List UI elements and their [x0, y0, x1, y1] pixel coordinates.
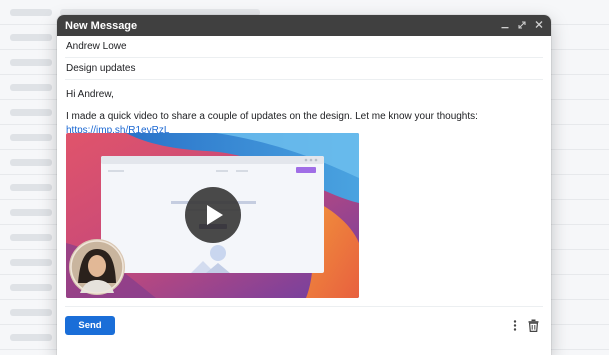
recipient-name: Andrew Lowe	[66, 41, 127, 52]
subject-text: Design updates	[66, 63, 136, 74]
trash-icon[interactable]	[528, 319, 539, 332]
window-controls	[501, 20, 543, 31]
toolbar-divider	[65, 306, 543, 307]
minimize-icon[interactable]	[501, 20, 509, 31]
subject-field[interactable]: Design updates	[65, 58, 543, 80]
more-vertical-icon[interactable]	[512, 319, 518, 332]
compose-title: New Message	[65, 19, 138, 32]
close-icon[interactable]	[535, 20, 543, 31]
message-sentence: I made a quick video to share a couple o…	[66, 111, 478, 122]
to-field[interactable]: Andrew Lowe	[65, 36, 543, 58]
compose-window: New Message Andrew Lowe Design updates H…	[57, 15, 551, 355]
expand-icon[interactable]	[518, 20, 526, 31]
send-button[interactable]: Send	[65, 316, 115, 335]
greeting-text: Hi Andrew,	[66, 89, 114, 100]
compose-titlebar[interactable]: New Message	[57, 15, 551, 36]
video-thumbnail[interactable]	[66, 133, 359, 298]
video-thumbnail-image	[66, 133, 359, 298]
